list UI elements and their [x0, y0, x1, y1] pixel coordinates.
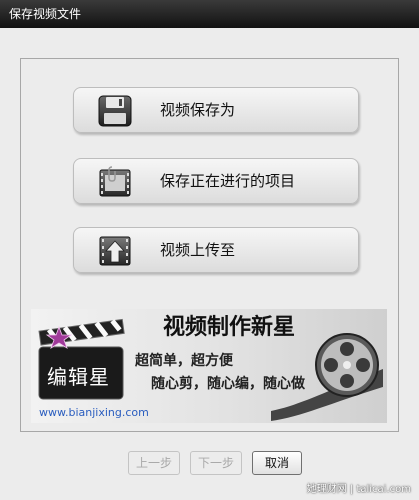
cancel-button[interactable]: 取消 [252, 451, 302, 475]
upload-video-label: 视频上传至 [160, 241, 236, 259]
film-project-icon [99, 166, 131, 197]
upload-video-button[interactable]: 视频上传至 [73, 227, 359, 273]
window-title: 保存视频文件 [9, 7, 82, 21]
next-step-button[interactable]: 下一步 [190, 451, 242, 475]
banner-headline: 视频制作新星 [163, 315, 296, 340]
dialog-body: 视频保存为 保存正在进行的项目 视频上传至 编辑星 视频制作新星 超简单，超方便… [0, 28, 419, 500]
options-panel: 视频保存为 保存正在进行的项目 视频上传至 编辑星 视频制作新星 超简单，超方便… [20, 58, 399, 432]
promo-banner: 编辑星 视频制作新星 超简单，超方便 随心剪，随心编，随心做 www.bianj… [31, 309, 387, 423]
banner-line2: 随心剪，随心编，随心做 [151, 376, 305, 392]
banner-url: www.bianjixing.com [39, 406, 149, 419]
watermark: 她理财网 | talicai.com [306, 484, 411, 495]
previous-step-button[interactable]: 上一步 [128, 451, 180, 475]
upload-arrow-icon [99, 236, 131, 266]
save-video-as-label: 视频保存为 [160, 101, 236, 119]
save-video-as-button[interactable]: 视频保存为 [73, 87, 359, 133]
save-disk-icon [98, 95, 132, 127]
title-bar: 保存视频文件 [0, 0, 419, 28]
save-project-label: 保存正在进行的项目 [160, 172, 296, 190]
banner-line1: 超简单，超方便 [135, 353, 233, 369]
save-project-button[interactable]: 保存正在进行的项目 [73, 158, 359, 204]
banner-logo-text: 编辑星 [47, 365, 110, 389]
